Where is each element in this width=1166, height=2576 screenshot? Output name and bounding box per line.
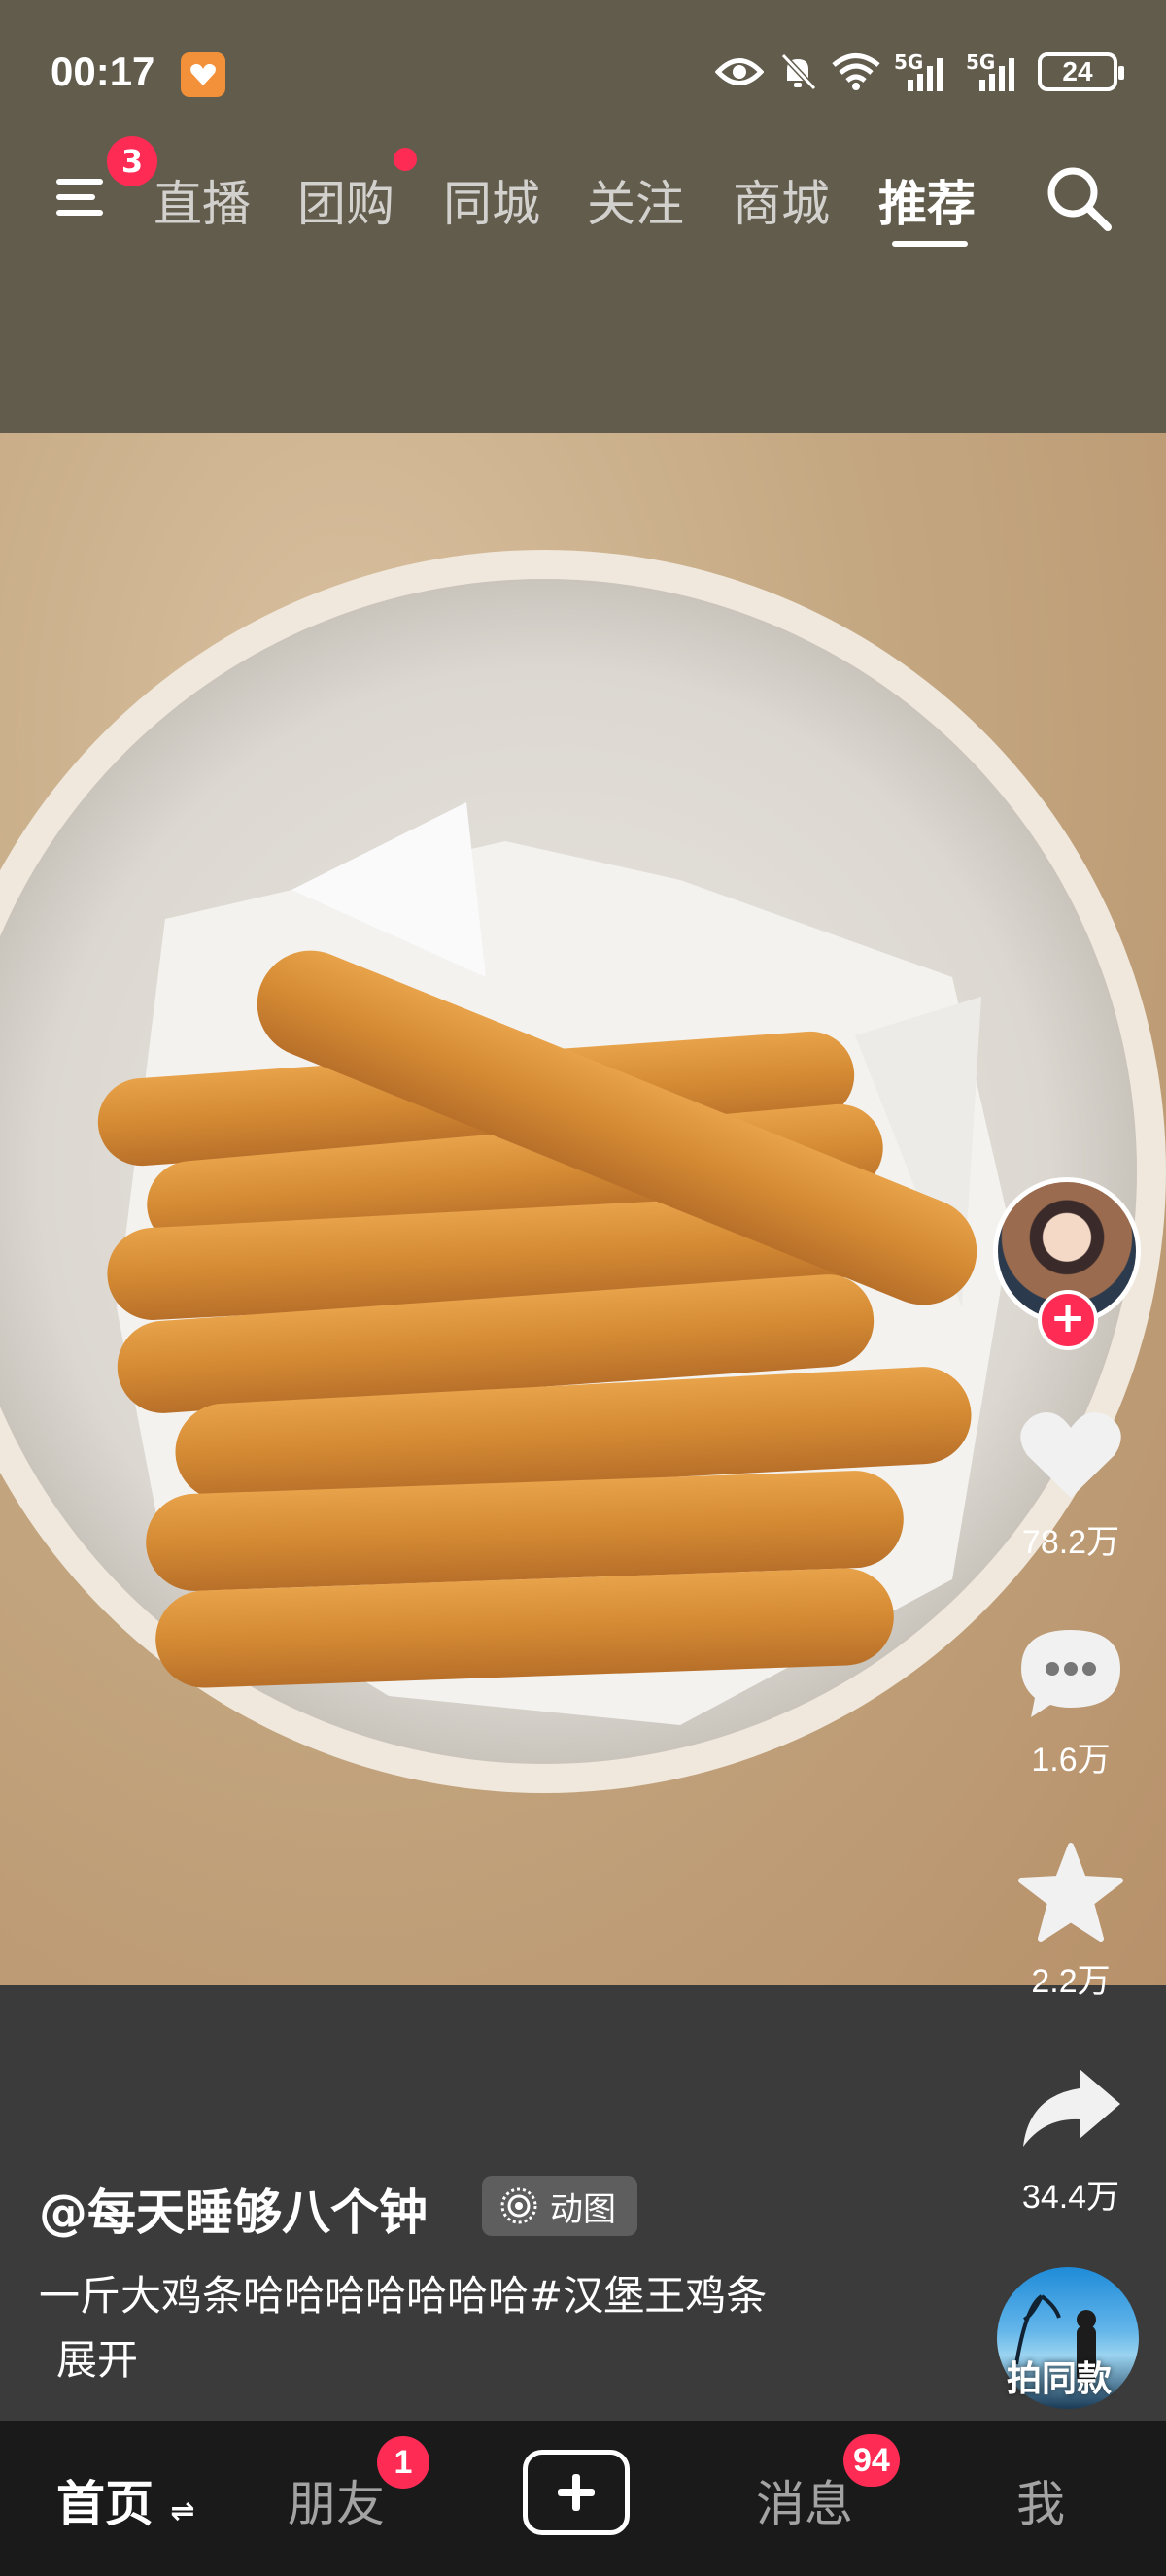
notification-app-icon — [181, 52, 225, 97]
nav-messages[interactable]: 消息 — [756, 2465, 853, 2535]
search-icon — [1047, 167, 1112, 231]
comment-count: 1.6万 — [1031, 1742, 1111, 1779]
status-time: 00:17 — [51, 49, 155, 94]
video-player[interactable] — [0, 433, 1166, 1985]
battery-indicator: 24 — [1038, 52, 1124, 91]
share-arrow-icon — [1023, 2069, 1120, 2147]
plus-icon — [558, 2474, 595, 2511]
messages-badge: 94 — [843, 2434, 900, 2487]
tab-mall[interactable]: 商城 — [733, 165, 830, 235]
gif-tag[interactable]: 动图 — [482, 2176, 637, 2236]
mute-bell-icon — [780, 52, 817, 91]
live-photo-icon — [500, 2187, 537, 2224]
like-count: 78.2万 — [1021, 1524, 1120, 1561]
refresh-toggle-icon: ⇌ — [170, 2494, 195, 2528]
create-post-button[interactable] — [523, 2450, 630, 2535]
video-frame-chicken-fries — [0, 550, 1166, 1793]
top-tabs: 直播 团购 同城 关注 商城 推荐 — [0, 146, 1166, 253]
group-buy-notification-dot — [394, 148, 417, 171]
share-count: 34.4万 — [1021, 2179, 1120, 2216]
tab-nearby[interactable]: 同城 — [443, 165, 540, 235]
author-name[interactable]: @每天睡够八个钟 — [39, 2174, 428, 2244]
active-tab-indicator — [892, 241, 968, 247]
tab-live[interactable]: 直播 — [154, 165, 251, 235]
signal-5g-icon-2: 5G — [966, 51, 1024, 93]
favorite-button[interactable]: 2.2万 — [1003, 1842, 1139, 2002]
comment-icon — [1021, 1630, 1120, 1717]
wifi-icon — [832, 53, 880, 90]
video-caption: 一斤大鸡条哈哈哈哈哈哈哈#汉堡王鸡条 — [39, 2272, 768, 2320]
share-button[interactable]: 34.4万 — [1003, 2061, 1139, 2218]
tab-group-buy[interactable]: 团购 — [297, 165, 394, 235]
nav-friends[interactable]: 朋友 — [288, 2465, 385, 2535]
tab-recommend[interactable]: 推荐 — [878, 165, 976, 235]
expand-caption-link[interactable]: 展开 — [56, 2327, 138, 2387]
status-bar: 00:17 5G 5G 24 — [0, 39, 1166, 107]
comment-button[interactable]: 1.6万 — [1003, 1624, 1139, 1780]
nav-home[interactable]: 首页 ⇌ — [56, 2465, 195, 2535]
gif-tag-label: 动图 — [550, 2189, 616, 2229]
friends-badge: 1 — [377, 2436, 429, 2489]
star-icon — [1018, 1843, 1123, 1942]
status-icons: 5G 5G 24 — [715, 51, 1124, 93]
eye-icon — [715, 58, 764, 85]
nav-me[interactable]: 我 — [1016, 2465, 1065, 2535]
tab-following[interactable]: 关注 — [587, 165, 684, 235]
bottom-nav: 首页 ⇌ 朋友 1 消息 94 我 — [0, 2421, 1166, 2576]
like-button[interactable]: 78.2万 — [1003, 1407, 1139, 1563]
signal-5g-icon-1: 5G — [894, 51, 952, 93]
favorite-count: 2.2万 — [1031, 1963, 1111, 2000]
heart-icon — [1020, 1412, 1121, 1498]
same-style-label: 拍同款 — [1007, 2359, 1113, 2399]
follow-button[interactable]: + — [1038, 1290, 1098, 1350]
search-button[interactable] — [1042, 161, 1115, 235]
nav-home-label: 首页 — [56, 2476, 154, 2532]
